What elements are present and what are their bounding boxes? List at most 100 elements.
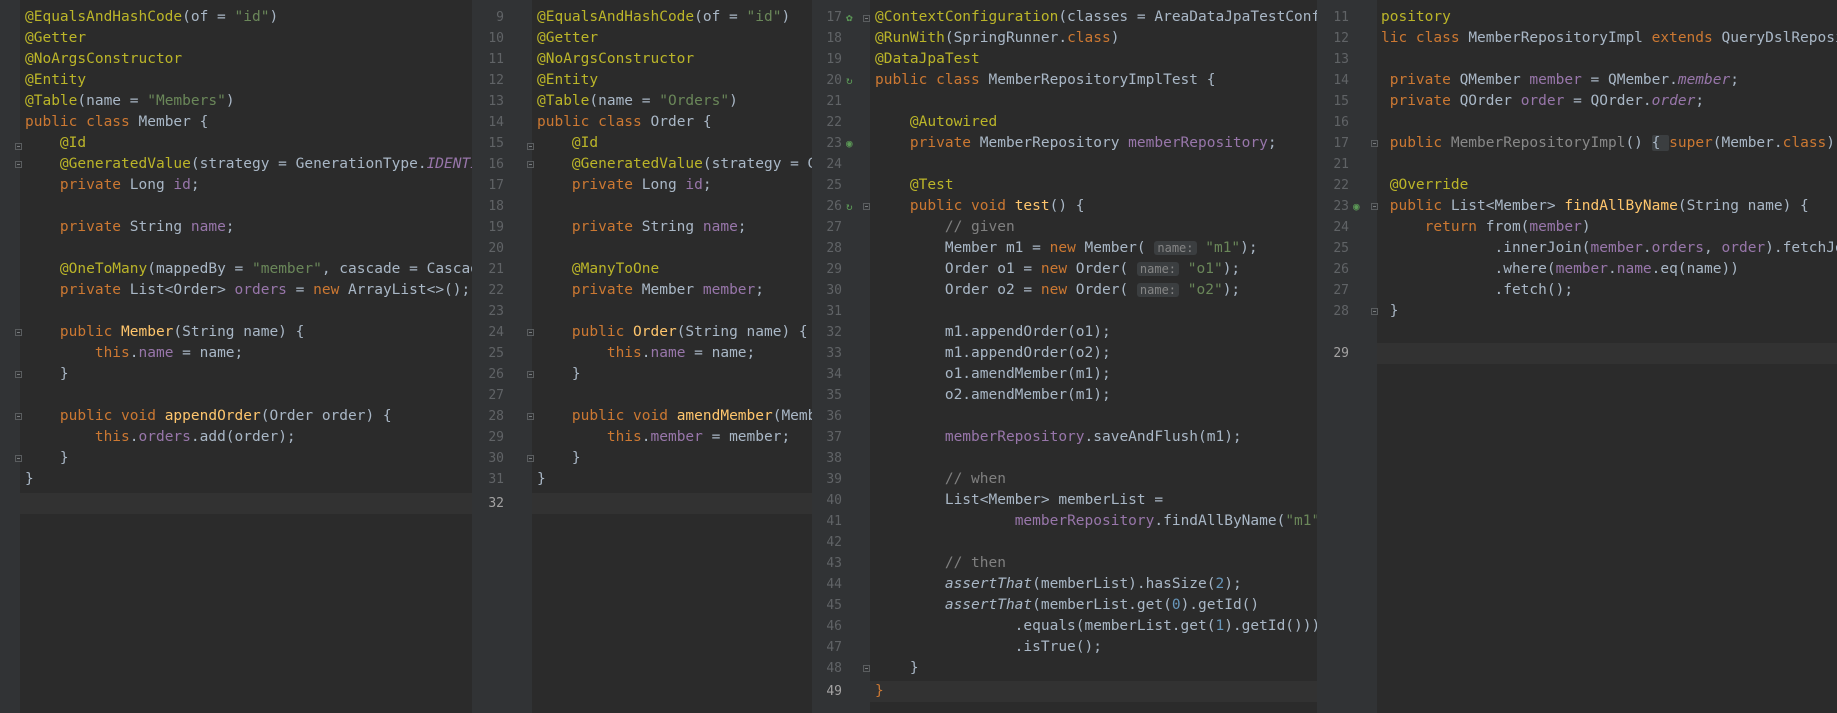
code-line[interactable]: this.member = member; <box>537 427 790 448</box>
override-icon[interactable]: ◉ <box>1353 201 1360 213</box>
fold-marker-icon[interactable] <box>863 665 870 672</box>
code-line[interactable]: } <box>25 448 69 469</box>
code-line[interactable]: } <box>537 448 581 469</box>
fold-marker-icon[interactable] <box>15 455 22 462</box>
code-line[interactable]: public Order(String name) { <box>537 322 808 343</box>
fold-marker-icon[interactable] <box>1371 140 1378 147</box>
member-repository-test-editor[interactable]: 17 18 19 20 21 22 23 24 25 26 27 28 29 3… <box>812 0 1317 713</box>
fold-marker-icon[interactable] <box>527 413 534 420</box>
code-line[interactable]: } <box>537 469 546 490</box>
code-line[interactable]: memberRepository.saveAndFlush(m1); <box>875 427 1242 448</box>
code-line[interactable]: @ContextConfiguration(classes = AreaData… <box>875 7 1317 28</box>
code-line[interactable]: private QOrder order = QOrder.order; <box>1381 91 1704 112</box>
run-test-leaf-icon[interactable]: ✿ <box>846 12 853 24</box>
code-line[interactable]: @EqualsAndHashCode(of = "id") <box>25 7 278 28</box>
code-line[interactable]: @Table(name = "Members") <box>25 91 235 112</box>
code-line[interactable]: Member m1 = new Member( name: "m1"); <box>875 238 1258 259</box>
code-line[interactable]: @OneToMany(mappedBy = "member", cascade … <box>25 259 472 280</box>
code-line[interactable]: .innerJoin(member.orders, order).fetchJo… <box>1381 238 1837 259</box>
order-entity-editor[interactable]: 8 9 10 11 12 13 14 15 16 17 18 19 20 21 … <box>472 0 812 713</box>
code-line[interactable]: } <box>1381 301 1399 322</box>
code-line[interactable]: private Long id; <box>25 175 200 196</box>
code-line[interactable]: @DataJpaTest <box>875 49 980 70</box>
code-line[interactable]: private String name; <box>537 217 747 238</box>
code-line[interactable]: // when <box>875 469 1006 490</box>
fold-marker-icon[interactable] <box>15 143 22 150</box>
code-line[interactable]: List<Member> memberList = <box>875 490 1163 511</box>
code-line[interactable]: } <box>25 364 69 385</box>
code-line[interactable]: @EqualsAndHashCode(of = "id") <box>537 7 790 28</box>
fold-marker-icon[interactable] <box>15 371 22 378</box>
code-line[interactable]: } <box>875 681 884 702</box>
code-line[interactable]: this.name = name; <box>25 343 243 364</box>
code-line[interactable]: private Long id; <box>537 175 712 196</box>
run-gutter-icon[interactable]: ↻ <box>846 75 853 87</box>
member-entity-editor[interactable]: @EqualsAndHashCode(of = "id") @Getter @N… <box>0 0 472 713</box>
code-line[interactable]: m1.appendOrder(o1); <box>875 322 1111 343</box>
code-line[interactable]: public void appendOrder(Order order) { <box>25 406 392 427</box>
code-line[interactable]: .isTrue(); <box>875 637 1102 658</box>
code-line[interactable]: } <box>25 469 34 490</box>
code-line[interactable]: public void test() { <box>875 196 1085 217</box>
code-line[interactable]: } <box>875 658 919 679</box>
fold-marker-icon[interactable] <box>863 203 870 210</box>
code-line[interactable]: this.name = name; <box>537 343 755 364</box>
code-line[interactable]: pository <box>1381 7 1451 28</box>
code-line[interactable]: assertThat(memberList).hasSize(2); <box>875 574 1242 595</box>
code-line[interactable]: public List<Member> findAllByName(String… <box>1381 196 1809 217</box>
code-line[interactable]: @RunWith(SpringRunner.class) <box>875 28 1119 49</box>
fold-marker-icon[interactable] <box>527 143 534 150</box>
code-line[interactable]: return from(member) <box>1381 217 1591 238</box>
code-line[interactable]: this.orders.add(order); <box>25 427 296 448</box>
code-line[interactable]: public MemberRepositoryImpl() { super(Me… <box>1381 133 1837 154</box>
code-line[interactable]: @Entity <box>537 70 598 91</box>
code-line[interactable]: // then <box>875 553 1006 574</box>
code-line[interactable]: lic class MemberRepositoryImpl extends Q… <box>1381 28 1837 49</box>
code-line[interactable]: @ManyToOne <box>537 259 659 280</box>
code-line[interactable]: .fetch(); <box>1381 280 1573 301</box>
fold-marker-icon[interactable] <box>527 161 534 168</box>
code-line[interactable]: public class Order { <box>537 112 712 133</box>
fold-marker-icon[interactable] <box>527 329 534 336</box>
code-line[interactable]: @Autowired <box>875 112 997 133</box>
fold-marker-icon[interactable] <box>1371 308 1378 315</box>
code-line[interactable]: .equals(memberList.get(1).getId())) <box>875 616 1317 637</box>
fold-marker-icon[interactable] <box>15 161 22 168</box>
code-line[interactable]: @Id <box>537 133 598 154</box>
code-line[interactable]: private QMember member = QMember.member; <box>1381 70 1739 91</box>
code-line[interactable]: @GeneratedValue(strategy = GenerationTyp… <box>25 154 472 175</box>
code-line[interactable]: @Table(name = "Orders") <box>537 91 738 112</box>
code-line[interactable]: @Getter <box>25 28 86 49</box>
code-line[interactable]: Order o2 = new Order( name: "o2"); <box>875 280 1240 301</box>
fold-marker-icon[interactable] <box>527 455 534 462</box>
code-line[interactable]: public class MemberRepositoryImplTest { <box>875 70 1215 91</box>
code-line[interactable]: Order o1 = new Order( name: "o1"); <box>875 259 1240 280</box>
code-line[interactable]: private List<Order> orders = new ArrayLi… <box>25 280 470 301</box>
code-line[interactable]: @NoArgsConstructor <box>537 49 694 70</box>
code-line[interactable]: // given <box>875 217 1015 238</box>
code-line[interactable]: @Test <box>875 175 954 196</box>
code-line[interactable]: assertThat(memberList.get(0).getId() <box>875 595 1259 616</box>
code-line[interactable]: @Id <box>25 133 86 154</box>
code-line[interactable]: o1.amendMember(m1); <box>875 364 1111 385</box>
member-repository-impl-editor[interactable]: 11 12 13 14 15 16 17 21 22 23 24 25 26 2… <box>1317 0 1837 713</box>
fold-marker-icon[interactable] <box>527 371 534 378</box>
code-line[interactable]: @Override <box>1381 175 1469 196</box>
fold-marker-icon[interactable] <box>15 329 22 336</box>
code-line[interactable]: } <box>537 364 581 385</box>
code-line[interactable]: private String name; <box>25 217 235 238</box>
code-line[interactable]: @GeneratedValue(strategy = Gen <box>537 154 812 175</box>
code-line[interactable]: o2.amendMember(m1); <box>875 385 1111 406</box>
run-gutter-icon[interactable]: ↻ <box>846 201 853 213</box>
code-line[interactable]: @Getter <box>537 28 598 49</box>
code-line[interactable]: @NoArgsConstructor <box>25 49 182 70</box>
code-line[interactable]: m1.appendOrder(o2); <box>875 343 1111 364</box>
fold-marker-icon[interactable] <box>1371 203 1378 210</box>
code-line[interactable]: private Member member; <box>537 280 764 301</box>
bean-icon[interactable]: ◉ <box>846 138 853 150</box>
code-line[interactable]: private MemberRepository memberRepositor… <box>875 133 1277 154</box>
code-line[interactable]: public Member(String name) { <box>25 322 304 343</box>
code-line[interactable]: .where(member.name.eq(name)) <box>1381 259 1738 280</box>
code-line[interactable]: @Entity <box>25 70 86 91</box>
fold-marker-icon[interactable] <box>863 15 870 22</box>
